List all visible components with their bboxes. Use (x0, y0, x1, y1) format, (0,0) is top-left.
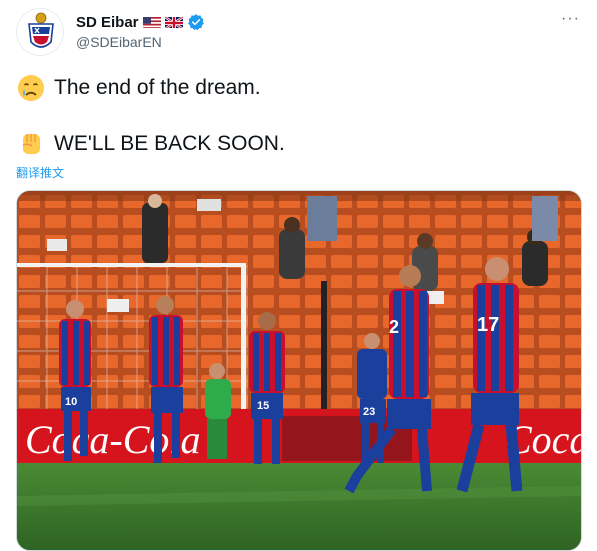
svg-text:10: 10 (65, 396, 77, 408)
crying-face-icon (16, 73, 46, 103)
svg-text:2: 2 (389, 317, 399, 337)
tweet-header: SD Eibar @SDEibarEN ··· (16, 8, 582, 58)
football-players-photo: Coca-Cola Coca 10 15 23 2 17 (17, 191, 581, 550)
raised-fist-icon (16, 129, 46, 159)
svg-text:23: 23 (363, 406, 375, 418)
tweet-line-1: The end of the dream. (16, 72, 582, 104)
more-options-button[interactable]: ··· (561, 10, 580, 28)
tweet-line-2: WE'LL BE BACK SOON. (16, 128, 582, 160)
avatar[interactable] (16, 8, 64, 56)
eibar-crest-icon (17, 9, 63, 55)
translate-tweet-link[interactable]: 翻译推文 (16, 164, 582, 181)
us-flag-icon (142, 16, 161, 28)
tweet-line-2-text: WE'LL BE BACK SOON. (54, 132, 285, 155)
display-name[interactable]: SD Eibar (76, 14, 139, 31)
svg-text:17: 17 (477, 314, 499, 336)
svg-text:15: 15 (257, 400, 269, 412)
verified-badge-icon (187, 13, 205, 31)
tweet-text: The end of the dream. WE'LL BE BACK SOON… (16, 72, 582, 181)
tweet-line-1-text: The end of the dream. (54, 76, 261, 99)
handle[interactable]: @SDEibarEN (76, 34, 205, 50)
uk-flag-icon (164, 16, 183, 28)
tweet-photo[interactable]: Coca-Cola Coca 10 15 23 2 17 (16, 190, 582, 551)
